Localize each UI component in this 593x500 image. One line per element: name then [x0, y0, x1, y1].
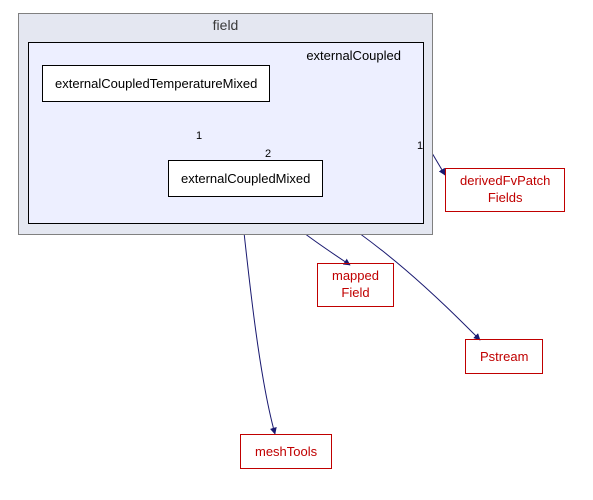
edge-label-inner-ecm: 2: [265, 148, 271, 160]
node-external-coupled-mixed[interactable]: externalCoupledMixed: [168, 160, 323, 197]
node-external-coupled-temperature-mixed[interactable]: externalCoupledTemperatureMixed: [42, 65, 270, 102]
node-line-2: Field: [341, 285, 369, 300]
container-field-label[interactable]: field: [213, 17, 239, 33]
node-line-2: Fields: [488, 190, 523, 205]
node-line-1: derivedFvPatch: [460, 173, 550, 188]
edge-label-ectm-ecm: 1: [196, 130, 202, 142]
container-external-coupled-label[interactable]: externalCoupled: [306, 48, 401, 63]
node-line-1: mapped: [332, 268, 379, 283]
node-mesh-tools[interactable]: meshTools: [240, 434, 332, 469]
edge-label-inner-right1: 1: [417, 140, 423, 152]
node-derived-fv-patch-fields[interactable]: derivedFvPatch Fields: [445, 168, 565, 212]
node-mapped-field[interactable]: mapped Field: [317, 263, 394, 307]
node-pstream[interactable]: Pstream: [465, 339, 543, 374]
